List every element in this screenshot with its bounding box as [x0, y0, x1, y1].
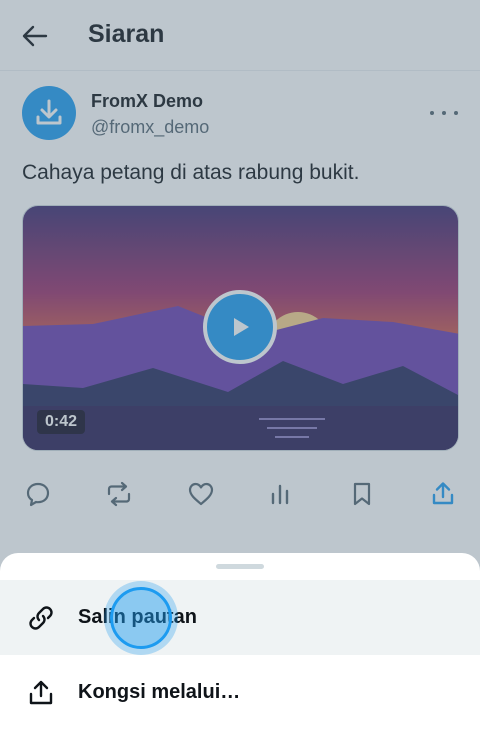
touch-indicator [104, 581, 178, 655]
share-sheet: Salin pautan Kongsi melalui… [0, 553, 480, 755]
link-icon [26, 603, 56, 633]
touch-indicator-core [110, 587, 172, 649]
share-icon [26, 678, 56, 708]
post-detail-screen: Siaran FromX Demo @fromx_demo Cahaya pet… [0, 0, 480, 755]
sheet-drag-handle[interactable] [216, 564, 264, 569]
share-via-option[interactable]: Kongsi melalui… [0, 655, 480, 730]
copy-link-option[interactable]: Salin pautan [0, 580, 480, 655]
share-via-label: Kongsi melalui… [78, 681, 241, 703]
